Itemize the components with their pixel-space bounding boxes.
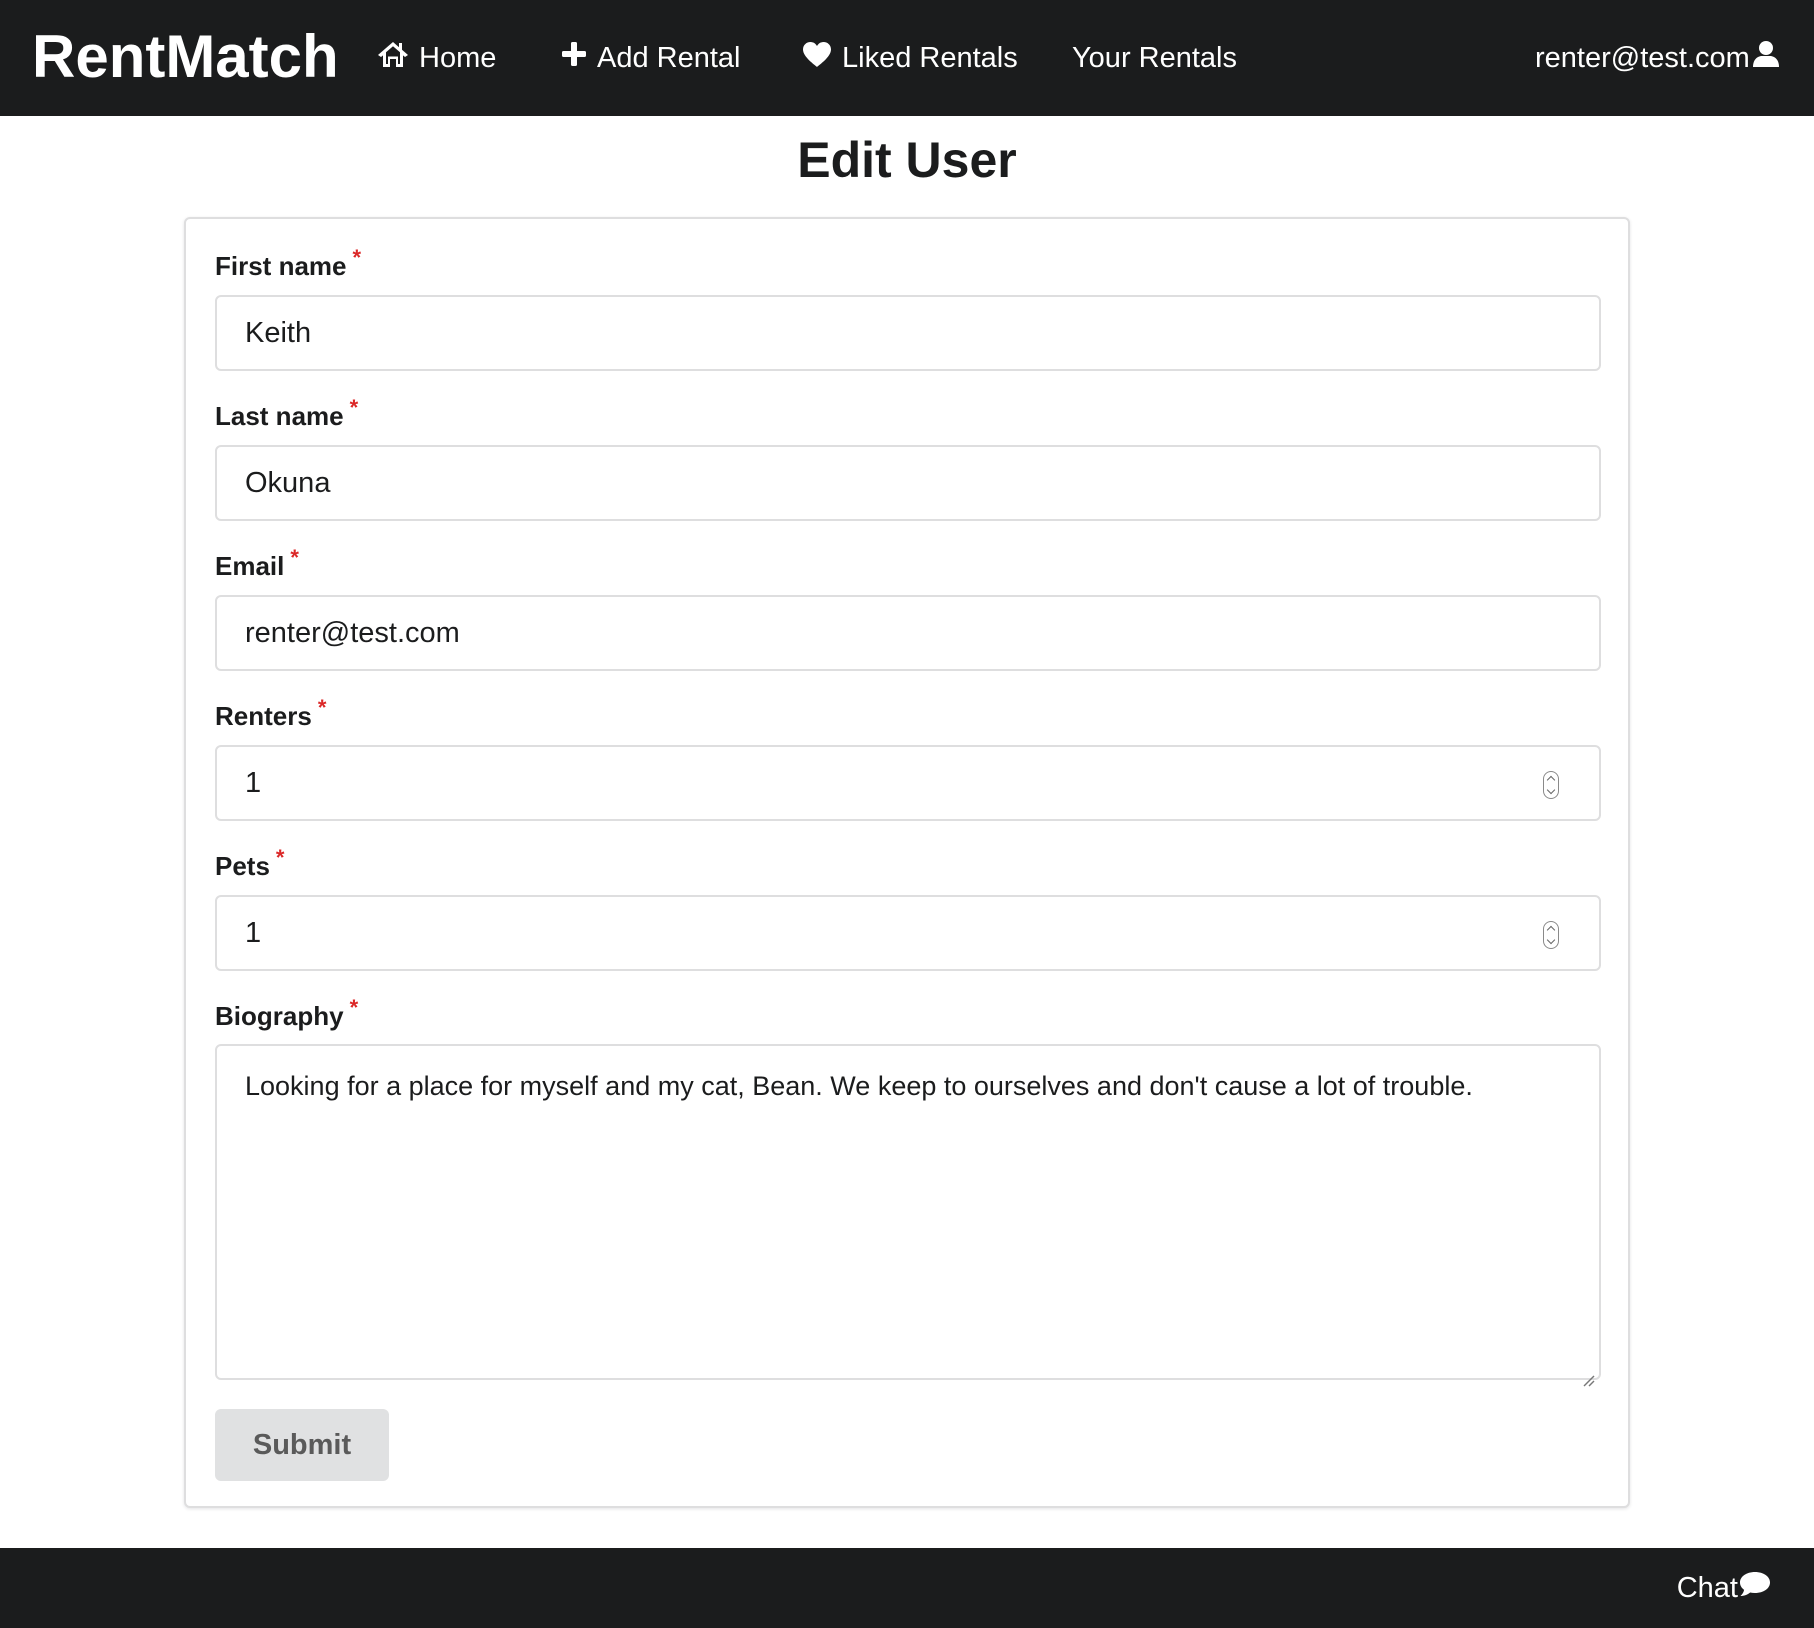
nav-home[interactable]: Home bbox=[377, 30, 496, 86]
last-name-label: Last name * bbox=[215, 395, 358, 435]
pets-input[interactable]: 1 bbox=[215, 895, 1601, 971]
required-marker: * bbox=[352, 245, 362, 270]
pets-value: 1 bbox=[245, 916, 262, 949]
chat-label: Chat bbox=[1676, 1571, 1738, 1604]
pets-label: Pets * bbox=[215, 845, 284, 885]
required-marker: * bbox=[349, 395, 359, 420]
email-input[interactable]: renter@test.com bbox=[215, 595, 1601, 671]
chat-button[interactable]: Chat bbox=[1677, 1566, 1772, 1610]
footer-bar: Chat bbox=[0, 1548, 1814, 1628]
heart-icon bbox=[802, 41, 842, 76]
top-navbar: RentMatch Home Add Rental Liked Rentals … bbox=[0, 0, 1814, 116]
nav-user-account[interactable]: renter@test.com bbox=[1535, 30, 1780, 86]
last-name-value: Okuna bbox=[245, 466, 331, 499]
renters-label: Renters * bbox=[215, 695, 326, 735]
renters-input[interactable]: 1 bbox=[215, 745, 1601, 821]
renters-label-text: Renters bbox=[215, 701, 312, 731]
nav-liked-rentals[interactable]: Liked Rentals bbox=[802, 30, 1018, 86]
nav-add-rental[interactable]: Add Rental bbox=[561, 30, 741, 86]
home-icon bbox=[377, 40, 419, 76]
required-marker: * bbox=[275, 845, 285, 870]
first-name-label-text: First name bbox=[215, 251, 347, 281]
pets-stepper-icon[interactable] bbox=[1543, 921, 1559, 949]
email-value: renter@test.com bbox=[245, 616, 460, 649]
biography-value: Looking for a place for myself and my ca… bbox=[245, 1071, 1473, 1101]
biography-label-text: Biography bbox=[215, 1001, 344, 1031]
nav-your-rentals-label: Your Rentals bbox=[1072, 41, 1237, 74]
nav-your-rentals[interactable]: Your Rentals bbox=[1072, 30, 1237, 86]
brand-logo[interactable]: RentMatch bbox=[32, 22, 339, 92]
required-marker: * bbox=[290, 545, 299, 570]
nav-add-rental-label: Add Rental bbox=[597, 41, 741, 74]
nav-home-label: Home bbox=[419, 41, 497, 74]
submit-button[interactable]: Submit bbox=[215, 1409, 389, 1481]
first-name-value: Keith bbox=[245, 316, 312, 349]
last-name-label-text: Last name bbox=[215, 401, 344, 431]
first-name-label: First name * bbox=[215, 245, 361, 285]
renters-value: 1 bbox=[245, 766, 262, 799]
comment-icon bbox=[1738, 1570, 1772, 1606]
required-marker: * bbox=[317, 695, 327, 720]
biography-label: Biography * bbox=[215, 995, 358, 1035]
resize-grip-icon[interactable] bbox=[1581, 1360, 1595, 1387]
required-marker: * bbox=[349, 995, 359, 1020]
user-email: renter@test.com bbox=[1535, 41, 1750, 74]
renters-stepper-icon[interactable] bbox=[1543, 771, 1559, 799]
biography-textarea[interactable]: Looking for a place for myself and my ca… bbox=[215, 1044, 1601, 1387]
first-name-input[interactable]: Keith bbox=[215, 295, 1601, 371]
email-label: Email * bbox=[215, 545, 299, 585]
email-label-text: Email bbox=[215, 551, 285, 581]
user-icon bbox=[1750, 40, 1780, 76]
nav-liked-rentals-label: Liked Rentals bbox=[842, 41, 1018, 74]
page-title: Edit User bbox=[797, 132, 1017, 188]
edit-user-form: First name * Keith Last name * Okuna Email… bbox=[184, 217, 1630, 1508]
last-name-input[interactable]: Okuna bbox=[215, 445, 1601, 521]
pets-label-text: Pets bbox=[215, 851, 270, 881]
plus-icon bbox=[561, 41, 597, 75]
